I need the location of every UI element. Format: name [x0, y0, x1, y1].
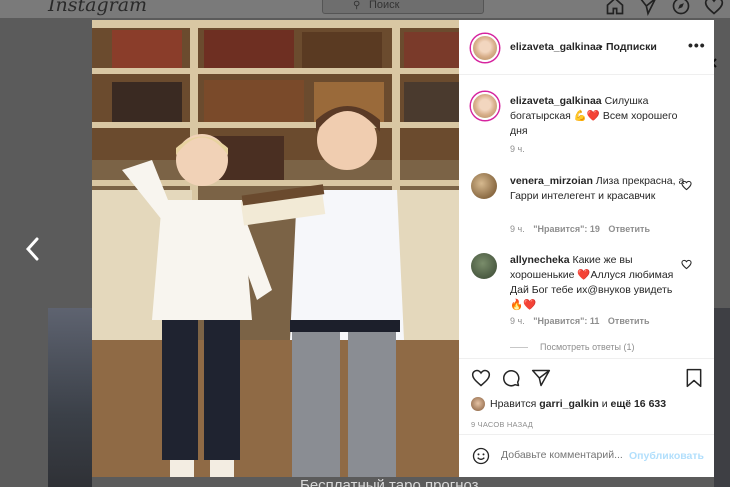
comment-like-icon[interactable]: [681, 178, 692, 191]
home-icon[interactable]: [605, 0, 625, 16]
comment-input[interactable]: [501, 449, 629, 461]
more-options-icon[interactable]: •••: [688, 37, 706, 53]
likes-prefix: Нравится: [490, 397, 537, 410]
view-replies-label: Посмотреть ответы (1): [540, 342, 635, 352]
like-icon[interactable]: [471, 368, 491, 388]
author-username[interactable]: elizaveta_galkinaa: [510, 41, 602, 53]
liker-username[interactable]: garri_galkin: [539, 398, 599, 410]
search-icon: ⚲: [353, 0, 361, 11]
post-photo[interactable]: [92, 20, 459, 477]
search-placeholder: Поиск: [369, 0, 400, 11]
comment-text: allynecheka Какие же вы хорошенькие ❤️Ал…: [510, 253, 685, 313]
reply-button[interactable]: Ответить: [608, 224, 650, 234]
caption-text: elizaveta_galkinaa Силушка богатырская 💪…: [510, 94, 685, 139]
post-header: elizaveta_galkinaa • Подписки •••: [459, 20, 714, 75]
comments-list[interactable]: elizaveta_galkinaa Силушка богатырская 💪…: [459, 76, 714, 356]
comment-avatar[interactable]: [471, 253, 497, 279]
post-actions: Нравится garri_galkin и ещё 16 633 9 ЧАС…: [459, 358, 714, 468]
author-avatar[interactable]: [471, 34, 499, 62]
replies-divider: [510, 347, 528, 349]
publish-button[interactable]: Опубликовать: [629, 450, 704, 462]
caption-time[interactable]: 9 ч.: [510, 144, 525, 154]
comment-text: venera_mirzoian Лиза прекрасна, а Гарри …: [510, 174, 685, 204]
comment-likes[interactable]: "Нравится": 11: [533, 316, 599, 326]
post-time-ago[interactable]: 9 ЧАСОВ НАЗАД: [471, 420, 533, 429]
top-navigation-bar: Instagram ⚲ Поиск: [0, 0, 730, 18]
reply-button[interactable]: Ответить: [608, 316, 650, 326]
search-input[interactable]: ⚲ Поиск: [322, 0, 484, 14]
comment-username[interactable]: venera_mirzoian: [510, 175, 593, 187]
caption-avatar[interactable]: [471, 92, 499, 120]
comment-likes[interactable]: "Нравится": 19: [533, 224, 600, 234]
view-replies-button[interactable]: Посмотреть ответы (1): [510, 342, 635, 352]
nav-icons: [605, 0, 724, 16]
heart-icon[interactable]: [704, 0, 724, 16]
explore-icon[interactable]: [671, 0, 691, 16]
direct-icon[interactable]: [638, 0, 658, 16]
add-comment-row: Опубликовать: [459, 434, 714, 478]
share-icon[interactable]: [531, 368, 551, 388]
previous-arrow-icon[interactable]: [24, 236, 42, 262]
likes-suffix: и: [601, 397, 608, 410]
following-button[interactable]: Подписки: [606, 41, 657, 53]
emoji-icon[interactable]: [471, 446, 491, 466]
comment-time[interactable]: 9 ч.: [510, 224, 525, 234]
comment-avatar[interactable]: [471, 173, 497, 199]
bookmark-icon[interactable]: [684, 368, 704, 388]
background-caption: Бесплатный таро прогноз: [300, 477, 479, 487]
separator-dot: •: [599, 41, 603, 53]
background-post-thumbnail[interactable]: [714, 308, 730, 487]
comment-like-icon[interactable]: [681, 257, 692, 270]
comment-meta: 9 ч. "Нравится": 11 Ответить: [510, 316, 656, 326]
comment-meta: 9 ч. "Нравится": 19 Ответить: [510, 224, 656, 234]
liker-avatar[interactable]: [471, 397, 485, 411]
comment-username[interactable]: allynecheka: [510, 254, 570, 266]
comment-icon[interactable]: [501, 368, 521, 388]
comment-time[interactable]: 9 ч.: [510, 316, 525, 326]
likes-count[interactable]: ещё 16 633: [611, 398, 667, 410]
instagram-logo[interactable]: Instagram: [48, 0, 147, 16]
likes-summary: Нравится garri_galkin и ещё 16 633: [471, 397, 666, 411]
background-post-thumbnail[interactable]: [48, 308, 92, 487]
caption-username[interactable]: elizaveta_galkinaa: [510, 95, 602, 107]
post-panel: elizaveta_galkinaa • Подписки ••• elizav…: [459, 20, 714, 477]
